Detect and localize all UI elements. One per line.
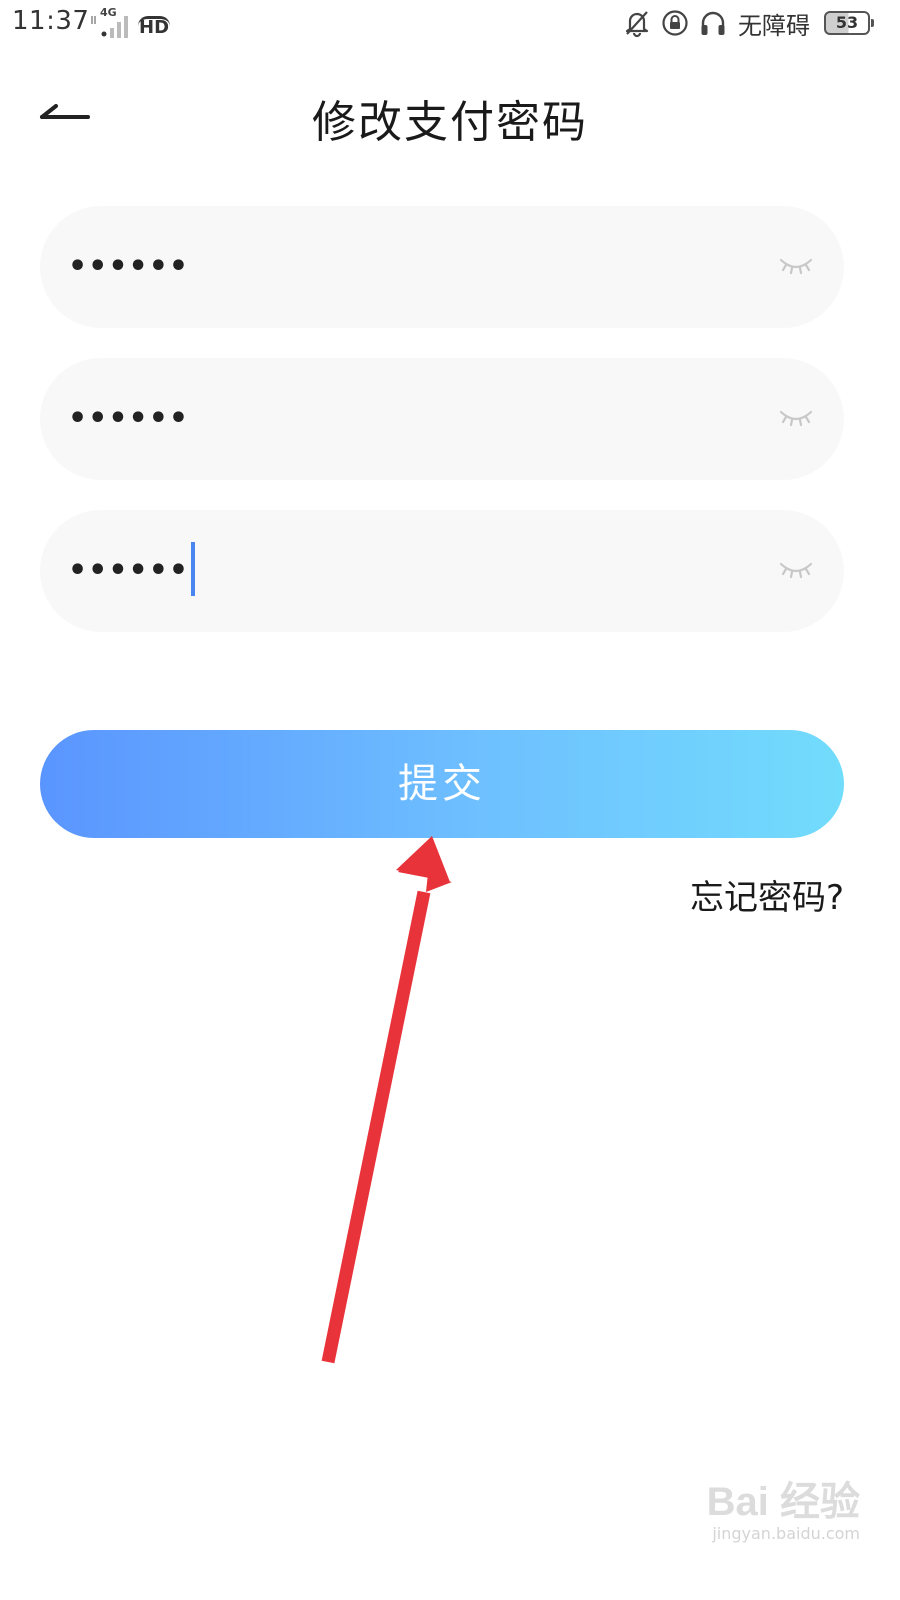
signal-icon [91, 16, 128, 38]
headphones-icon [701, 11, 725, 35]
toggle-visibility-button[interactable] [778, 250, 814, 280]
accessibility-label: 无障碍 [738, 11, 810, 40]
page-header: 修改支付密码 [0, 70, 900, 160]
password-value-focused: •••••• [68, 510, 196, 632]
password-value: •••••• [68, 401, 190, 436]
hd-voice-badge: HD [138, 16, 171, 38]
old-password-input[interactable]: •••••• [40, 206, 844, 328]
password-value: •••••• [68, 553, 190, 588]
status-bar: 11:37 4G HD 无障碍 53 [0, 0, 900, 48]
lock-rotation-icon [662, 10, 688, 36]
watermark-url: jingyan.baidu.com [712, 1524, 860, 1543]
bell-off-icon [625, 11, 649, 38]
status-time: 11:37 [12, 6, 90, 36]
toggle-visibility-button[interactable] [778, 402, 814, 432]
status-right: 无障碍 53 [622, 6, 874, 40]
watermark-brand: Bai 经验 [706, 1480, 860, 1524]
annotation-arrow-icon [321, 836, 452, 1364]
eye-closed-icon [779, 410, 813, 427]
baidu-watermark: Bai 经验 jingyan.baidu.com [660, 1480, 860, 1570]
network-indicator: 4G HD [88, 6, 171, 38]
new-password-input[interactable]: •••••• [40, 358, 844, 480]
page-title: 修改支付密码 [312, 97, 588, 148]
confirm-password-input[interactable]: •••••• [40, 510, 844, 632]
forgot-password-link[interactable]: 忘记密码? [690, 870, 844, 919]
eye-closed-icon [779, 562, 813, 579]
toggle-visibility-button[interactable] [778, 554, 814, 584]
text-caret [191, 541, 196, 596]
password-value: •••••• [68, 249, 190, 284]
battery-indicator: 53 [824, 11, 874, 35]
eye-closed-icon [779, 258, 813, 275]
